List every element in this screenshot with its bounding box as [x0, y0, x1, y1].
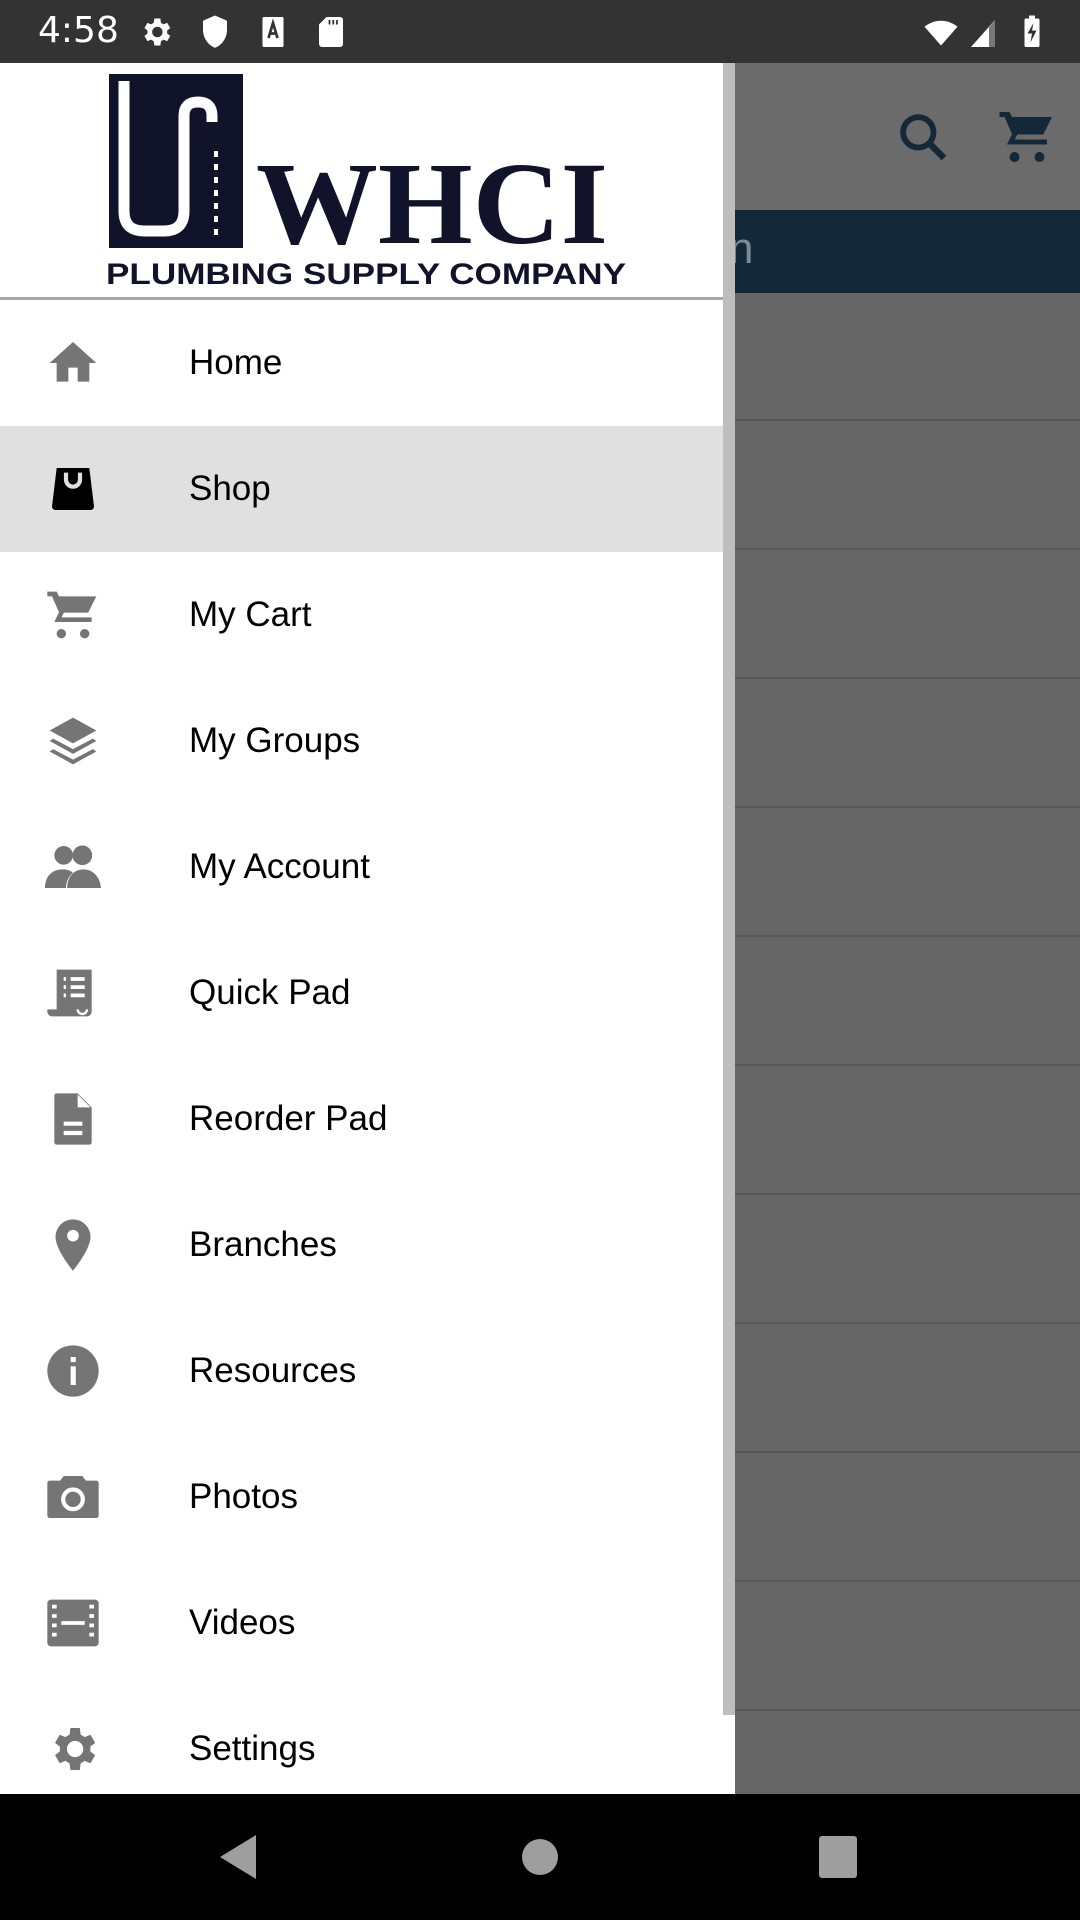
- menu-item-label: Shop: [189, 469, 271, 508]
- menu-item-settings[interactable]: Settings: [0, 1686, 723, 1794]
- home-circle-icon: [522, 1839, 558, 1875]
- film-icon: [47, 1599, 99, 1647]
- background-row-divider: [735, 548, 1080, 550]
- nav-recents-button[interactable]: [803, 1822, 873, 1892]
- menu-item-label: Branches: [189, 1225, 337, 1264]
- location-pin-icon: [55, 1219, 91, 1271]
- menu-item-my-cart[interactable]: My Cart: [0, 552, 723, 678]
- search-icon: [900, 114, 947, 161]
- cart-icon: [47, 591, 97, 639]
- menu-item-label: My Groups: [189, 721, 361, 760]
- navigation-drawer: WHCI PLUMBING SUPPLY COMPANY Home Shop M…: [0, 63, 735, 1794]
- menu-item-shop[interactable]: Shop: [0, 426, 723, 552]
- menu-item-resources[interactable]: Resources: [0, 1308, 723, 1434]
- wifi-icon: [924, 20, 958, 46]
- menu-item-label: Quick Pad: [189, 973, 351, 1012]
- menu-item-label: Settings: [189, 1729, 316, 1768]
- background-row-divider: [735, 419, 1080, 421]
- menu-item-label: Home: [189, 343, 283, 382]
- info-icon: [47, 1345, 99, 1397]
- background-row-divider: [735, 806, 1080, 808]
- menu-item-my-account[interactable]: My Account: [0, 804, 723, 930]
- recents-square-icon: [819, 1836, 857, 1878]
- menu-item-branches[interactable]: Branches: [0, 1182, 723, 1308]
- shield-icon: [203, 15, 227, 48]
- background-row-divider: [735, 1709, 1080, 1711]
- background-row-divider: [735, 1322, 1080, 1324]
- menu-item-photos[interactable]: Photos: [0, 1434, 723, 1560]
- whci-logo[interactable]: WHCI PLUMBING SUPPLY COMPANY: [106, 71, 630, 291]
- background-row-divider: [735, 935, 1080, 937]
- menu-item-my-groups[interactable]: My Groups: [0, 678, 723, 804]
- drawer-scrollbar[interactable]: [723, 63, 735, 1715]
- status-bar: 4:58: [0, 0, 1080, 63]
- layers-icon: [49, 717, 97, 765]
- background-banner: n: [729, 210, 1080, 293]
- menu-item-label: My Cart: [189, 595, 312, 634]
- menu-item-label: Videos: [189, 1603, 296, 1642]
- menu-item-home[interactable]: Home: [0, 300, 723, 426]
- background-row-divider: [735, 677, 1080, 679]
- menu-item-quick-pad[interactable]: Quick Pad: [0, 930, 723, 1056]
- drawer-header: WHCI PLUMBING SUPPLY COMPANY: [0, 63, 723, 300]
- background-row-divider: [735, 1064, 1080, 1066]
- receipt-list-icon: [47, 969, 92, 1017]
- logo-brand: WHCI: [256, 138, 608, 269]
- background-toolbar: [735, 63, 1080, 210]
- menu-item-reorder-pad[interactable]: Reorder Pad: [0, 1056, 723, 1182]
- menu-item-videos[interactable]: Videos: [0, 1560, 723, 1686]
- menu-item-label: Resources: [189, 1351, 357, 1390]
- settings-icon: [144, 18, 171, 46]
- settings-icon: [55, 1728, 96, 1770]
- background-app-scrim[interactable]: n: [729, 63, 1080, 1794]
- document-icon: [54, 1093, 92, 1145]
- nav-back-button[interactable]: [203, 1822, 273, 1892]
- sd-card-icon: [319, 17, 343, 47]
- font-a-icon: [262, 17, 284, 47]
- cell-signal-icon: [971, 20, 995, 47]
- background-row-divider: [735, 1193, 1080, 1195]
- people-icon: [45, 845, 101, 888]
- status-time: 4:58: [38, 10, 119, 51]
- background-row-divider: [735, 1580, 1080, 1582]
- shopping-bag-icon: [52, 468, 94, 510]
- home-icon: [49, 342, 97, 382]
- menu-item-label: My Account: [189, 847, 370, 886]
- drawer-menu: Home Shop My Cart My Groups My Account Q…: [0, 300, 723, 1794]
- system-nav-bar: [0, 1794, 1080, 1920]
- background-row-divider: [735, 1451, 1080, 1453]
- back-triangle-icon: [220, 1835, 256, 1879]
- battery-charging-icon: [1024, 15, 1040, 47]
- logo-tagline: PLUMBING SUPPLY COMPANY: [106, 258, 626, 291]
- menu-item-label: Reorder Pad: [189, 1099, 388, 1138]
- nav-home-button[interactable]: [505, 1822, 575, 1892]
- menu-item-label: Photos: [189, 1477, 298, 1516]
- cart-icon: [999, 112, 1052, 162]
- camera-icon: [47, 1476, 99, 1518]
